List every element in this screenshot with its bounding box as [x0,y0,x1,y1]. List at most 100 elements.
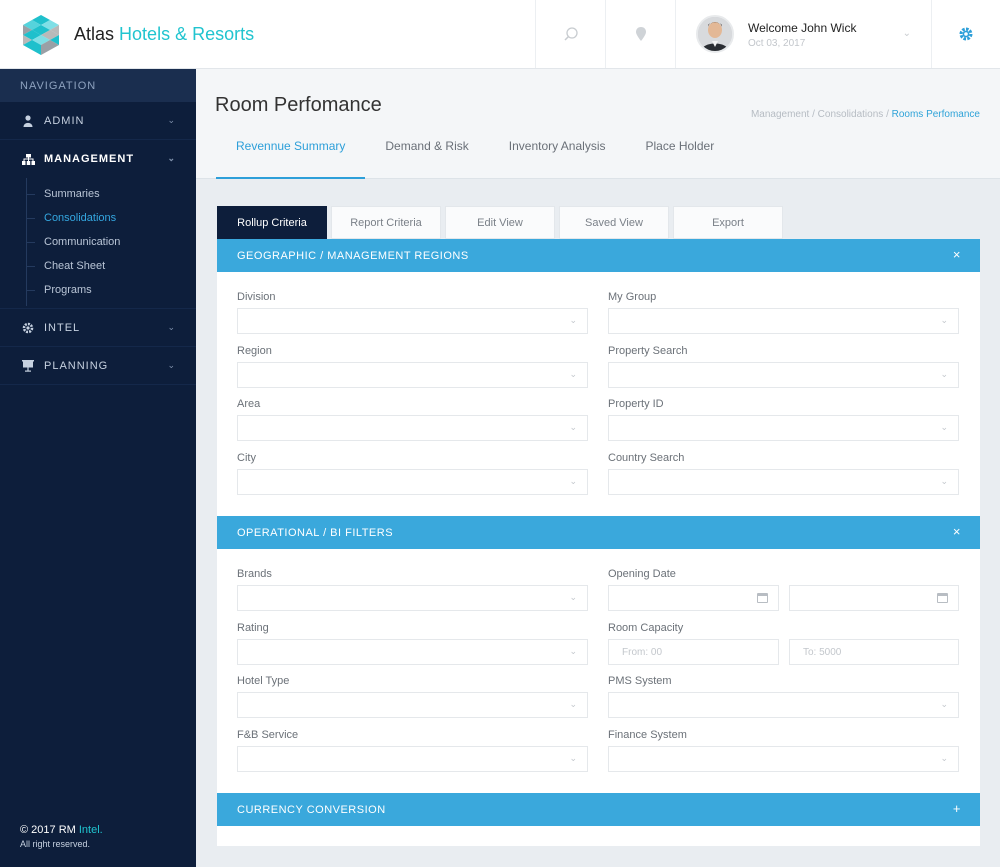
chevron-down-icon: ⌄ [902,28,911,39]
tab-place-holder[interactable]: Place Holder [625,125,734,179]
sidebar-item-label: PLANNING [44,359,109,372]
geo-section-header[interactable]: GEOGRAPHIC / MANAGEMENT REGIONS × [217,239,980,272]
finance-system-select[interactable]: ⌄ [608,746,959,772]
page-header: Room Perfomance Management / Consolidati… [196,69,1000,179]
division-select[interactable]: ⌄ [237,308,588,334]
country-search-label: Country Search [608,452,685,464]
breadcrumb-consolidations[interactable]: Consolidations [818,109,884,120]
chevron-down-icon: ⌄ [167,153,176,163]
sidebar-item-admin[interactable]: ADMIN ⌄ [0,102,196,140]
hotel-type-label: Hotel Type [237,675,290,687]
navigation-heading: NAVIGATION [0,69,196,102]
subtab-report-criteria[interactable]: Report Criteria [331,206,441,239]
sitemap-icon [20,153,36,165]
top-header: Atlas Hotels & Resorts Welcome John Wick… [0,0,1000,69]
property-search-select[interactable]: ⌄ [608,362,959,388]
my-group-select[interactable]: ⌄ [608,308,959,334]
submenu-item-cheat-sheet[interactable]: Cheat Sheet [0,254,196,278]
user-icon [20,114,36,127]
submenu-item-consolidations[interactable]: Consolidations [0,206,196,230]
atlas-logo[interactable] [20,14,62,56]
rating-select[interactable]: ⌄ [237,639,588,665]
my-group-label: My Group [608,291,657,303]
sidebar: NAVIGATION ADMIN ⌄ MANAGEMENT ⌄ Summarie… [0,69,196,867]
chevron-down-icon: ⌄ [940,753,948,763]
fb-service-label: F&B Service [237,729,299,741]
city-select[interactable]: ⌄ [237,469,588,495]
sidebar-item-planning[interactable]: PLANNING ⌄ [0,347,196,385]
property-search-label: Property Search [608,345,688,357]
calendar-icon[interactable] [757,593,768,603]
brand-name: Atlas Hotels & Resorts [74,24,254,45]
room-capacity-from[interactable]: From: 00 [608,639,779,665]
chevron-down-icon: ⌄ [167,115,176,125]
area-label: Area [237,398,261,410]
chevron-down-icon: ⌄ [167,360,176,370]
chevron-down-icon: ⌄ [569,422,577,432]
criteria-panel: GEOGRAPHIC / MANAGEMENT REGIONS × Divisi… [217,239,980,846]
rights-text: All right reserved. [20,839,91,849]
tab-inventory-analysis[interactable]: Inventory Analysis [489,125,626,179]
search-icon [563,27,578,41]
breadcrumb-current: Rooms Perfomance [891,109,980,120]
rating-label: Rating [237,622,269,634]
avatar [696,15,734,53]
chevron-down-icon: ⌄ [940,699,948,709]
submenu-item-programs[interactable]: Programs [0,278,196,302]
tab-demand-risk[interactable]: Demand & Risk [365,125,488,179]
avatar-image [698,17,732,51]
subtab-export[interactable]: Export [673,206,783,239]
tab-revenue-summary[interactable]: Revennue Summary [216,125,366,179]
pms-system-select[interactable]: ⌄ [608,692,959,718]
ops-section-header[interactable]: OPERATIONAL / BI FILTERS × [217,516,980,549]
user-menu[interactable]: Welcome John Wick Oct 03, 2017 ⌄ [675,0,931,68]
chevron-down-icon: ⌄ [569,753,577,763]
sidebar-item-management[interactable]: MANAGEMENT ⌄ [0,140,196,178]
calendar-icon[interactable] [937,593,948,603]
submenu-item-communication[interactable]: Communication [0,230,196,254]
brands-select[interactable]: ⌄ [237,585,588,611]
location-button[interactable] [605,0,675,68]
placeholder-text: To: 5000 [803,647,842,658]
fb-service-select[interactable]: ⌄ [237,746,588,772]
country-search-select[interactable]: ⌄ [608,469,959,495]
chevron-down-icon: ⌄ [569,476,577,486]
pms-system-label: PMS System [608,675,672,687]
close-icon[interactable]: × [953,524,961,539]
search-button[interactable] [535,0,605,68]
expand-icon[interactable]: + [953,801,961,816]
property-id-select[interactable]: ⌄ [608,415,959,441]
subtab-saved-view[interactable]: Saved View [559,206,669,239]
subtab-edit-view[interactable]: Edit View [445,206,555,239]
page-title: Room Perfomance [215,94,382,116]
section-title: CURRENCY CONVERSION [237,804,386,816]
opening-date-from[interactable] [608,585,779,611]
opening-date-label: Opening Date [608,568,676,580]
sidebar-item-intel[interactable]: INTEL ⌄ [0,309,196,347]
city-label: City [237,452,256,464]
page-tabs: Revennue Summary Demand & Risk Inventory… [216,125,734,179]
gear-icon [20,322,36,334]
currency-section-header[interactable]: CURRENCY CONVERSION + [217,793,980,826]
chevron-down-icon: ⌄ [569,315,577,325]
brands-label: Brands [237,568,272,580]
close-icon[interactable]: × [953,247,961,262]
breadcrumb-management[interactable]: Management [751,109,809,120]
location-pin-icon [635,27,646,41]
region-select[interactable]: ⌄ [237,362,588,388]
chevron-down-icon: ⌄ [569,369,577,379]
chevron-down-icon: ⌄ [940,476,948,486]
sidebar-item-label: INTEL [44,321,81,334]
hotel-type-select[interactable]: ⌄ [237,692,588,718]
area-select[interactable]: ⌄ [237,415,588,441]
submenu-item-summaries[interactable]: Summaries [0,182,196,206]
management-submenu: Summaries Consolidations Communication C… [0,178,196,309]
opening-date-to[interactable] [789,585,959,611]
brand-primary: Atlas [74,24,115,44]
settings-button[interactable] [931,0,1000,68]
room-capacity-to[interactable]: To: 5000 [789,639,959,665]
criteria-tabs: Rollup Criteria Report Criteria Edit Vie… [217,206,787,239]
subtab-rollup-criteria[interactable]: Rollup Criteria [217,206,327,239]
sidebar-item-label: MANAGEMENT [44,153,135,165]
chevron-down-icon: ⌄ [940,369,948,379]
